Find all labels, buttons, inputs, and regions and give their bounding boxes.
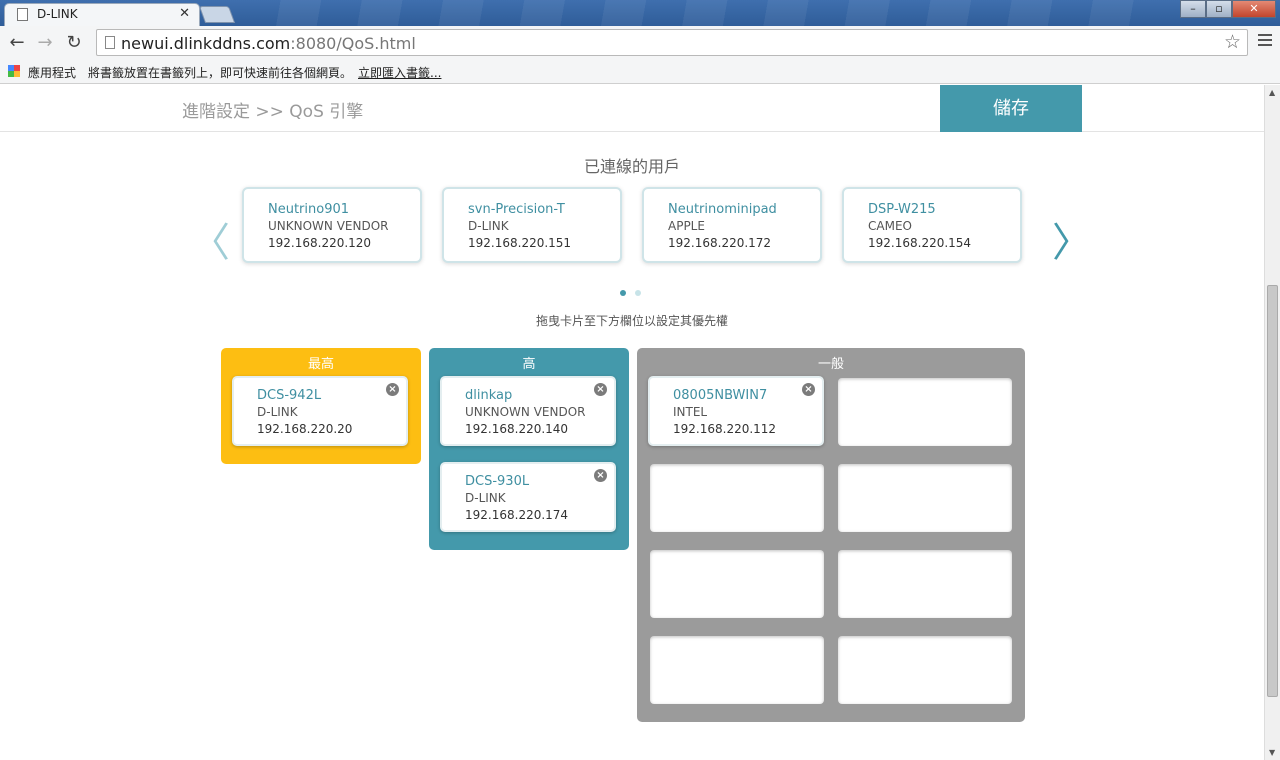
device-name: DCS-942L	[257, 388, 322, 403]
import-bookmarks-link[interactable]: 立即匯入書籤...	[358, 64, 441, 81]
client-card[interactable]: Neutrinominipad APPLE 192.168.220.172	[642, 187, 822, 263]
device-vendor: D-LINK	[465, 491, 506, 505]
device-vendor: APPLE	[668, 219, 705, 233]
carousel-prev-icon[interactable]: 〈	[190, 210, 230, 268]
empty-slot[interactable]	[650, 636, 824, 704]
carousel-dot[interactable]	[635, 290, 641, 296]
device-ip: 192.168.220.20	[257, 422, 353, 436]
empty-slot[interactable]	[838, 550, 1012, 618]
device-vendor: INTEL	[673, 405, 708, 419]
device-name: DCS-930L	[465, 474, 530, 489]
window-controls: – ▫ ✕	[1180, 0, 1276, 18]
client-card[interactable]: Neutrino901 UNKNOWN VENDOR 192.168.220.1…	[242, 187, 422, 263]
window-titlebar: D-LINK ✕ – ▫ ✕	[0, 0, 1280, 26]
remove-icon[interactable]: ×	[594, 469, 607, 482]
scroll-up-icon[interactable]: ▲	[1269, 88, 1275, 97]
priority-highest-zone[interactable]: 最高 × DCS-942L D-LINK 192.168.220.20	[221, 348, 421, 464]
client-card[interactable]: DSP-W215 CAMEO 192.168.220.154	[842, 187, 1022, 263]
carousel-next-icon[interactable]: 〉	[1052, 210, 1092, 268]
priority-device-card[interactable]: × DCS-942L D-LINK 192.168.220.20	[232, 376, 408, 446]
device-name: DSP-W215	[868, 202, 936, 217]
page-viewport: 進階設定 >> QoS 引擎 儲存 已連線的用戶 〈 〉 Neutrino901…	[0, 85, 1264, 760]
priority-title: 最高	[307, 357, 334, 372]
device-name: 08005NBWIN7	[673, 388, 768, 403]
forward-icon[interactable]: →	[34, 32, 56, 53]
save-button[interactable]: 儲存	[940, 85, 1082, 132]
empty-slot[interactable]	[838, 378, 1012, 446]
device-name: Neutrino901	[268, 202, 350, 217]
priority-device-card[interactable]: × DCS-930L D-LINK 192.168.220.174	[440, 462, 616, 532]
back-icon[interactable]: ←	[6, 32, 28, 53]
vertical-scrollbar[interactable]: ▲ ▼	[1264, 85, 1280, 760]
bookmarks-bar: 應用程式 將書籤放置在書籤列上，即可快速前往各個網頁。 立即匯入書籤...	[0, 60, 1280, 84]
breadcrumb: 進階設定 >> QoS 引擎	[182, 102, 364, 122]
priority-title: 一般	[817, 357, 844, 372]
priority-high-zone[interactable]: 高 × dlinkap UNKNOWN VENDOR 192.168.220.1…	[429, 348, 629, 550]
remove-icon[interactable]: ×	[594, 383, 607, 396]
tab-title: D-LINK	[37, 7, 78, 21]
priority-device-card[interactable]: × dlinkap UNKNOWN VENDOR 192.168.220.140	[440, 376, 616, 446]
apps-icon[interactable]	[8, 65, 20, 77]
new-tab-button[interactable]	[198, 6, 236, 23]
url-text: newui.dlinkddns.com:8080/QoS.html	[121, 34, 416, 53]
priority-title: 高	[522, 357, 536, 372]
device-ip: 192.168.220.154	[868, 236, 972, 250]
titlebar-decoration	[240, 0, 1160, 26]
browser-tab[interactable]: D-LINK ✕	[4, 3, 200, 26]
browser-toolbar: ← → ↻ newui.dlinkddns.com:8080/QoS.html …	[0, 26, 1280, 60]
device-ip: 192.168.220.140	[465, 422, 569, 436]
page-icon	[105, 36, 115, 49]
device-ip: 192.168.220.151	[468, 236, 572, 250]
scrollbar-thumb[interactable]	[1267, 285, 1278, 697]
connected-clients-title: 已連線的用戶	[583, 157, 680, 176]
minimize-icon[interactable]: –	[1180, 0, 1206, 18]
empty-slot[interactable]	[650, 464, 824, 532]
priority-normal-zone[interactable]: 一般 × 08005NBWIN7 INTEL 192.168.220.112	[637, 348, 1025, 722]
url-path: :8080/QoS.html	[290, 34, 416, 53]
url-host: newui.dlinkddns.com	[121, 34, 291, 53]
bookmarks-tip: 將書籤放置在書籤列上，即可快速前往各個網頁。	[88, 66, 353, 80]
page-icon	[17, 8, 28, 21]
device-vendor: D-LINK	[468, 219, 509, 233]
device-ip: 192.168.220.172	[668, 236, 772, 250]
maximize-icon[interactable]: ▫	[1206, 0, 1232, 18]
bookmark-star-icon[interactable]: ☆	[1224, 31, 1241, 53]
device-vendor: CAMEO	[868, 219, 912, 233]
scroll-down-icon[interactable]: ▼	[1269, 748, 1275, 757]
empty-slot[interactable]	[650, 550, 824, 618]
window-close-icon[interactable]: ✕	[1232, 0, 1276, 18]
priority-device-card[interactable]: × 08005NBWIN7 INTEL 192.168.220.112	[648, 376, 824, 446]
device-name: svn-Precision-T	[468, 202, 565, 217]
device-ip: 192.168.220.174	[465, 508, 569, 522]
device-ip: 192.168.220.112	[673, 422, 777, 436]
device-vendor: UNKNOWN VENDOR	[465, 405, 586, 419]
device-name: dlinkap	[465, 388, 513, 403]
empty-slot[interactable]	[838, 464, 1012, 532]
device-name: Neutrinominipad	[668, 202, 777, 217]
remove-icon[interactable]: ×	[802, 383, 815, 396]
device-vendor: UNKNOWN VENDOR	[268, 219, 389, 233]
carousel-dot[interactable]	[620, 290, 626, 296]
device-vendor: D-LINK	[257, 405, 298, 419]
drag-instruction: 拖曳卡片至下方欄位以設定其優先權	[535, 314, 728, 328]
empty-slot[interactable]	[838, 636, 1012, 704]
page-header: 進階設定 >> QoS 引擎 儲存	[0, 85, 1264, 132]
carousel-pagination	[620, 281, 650, 300]
tab-close-icon[interactable]: ✕	[179, 6, 190, 21]
reload-icon[interactable]: ↻	[63, 32, 85, 53]
bookmark-apps[interactable]: 應用程式	[28, 64, 76, 81]
client-card[interactable]: svn-Precision-T D-LINK 192.168.220.151	[442, 187, 622, 263]
address-bar[interactable]: newui.dlinkddns.com:8080/QoS.html ☆	[96, 29, 1248, 56]
remove-icon[interactable]: ×	[386, 383, 399, 396]
device-ip: 192.168.220.120	[268, 236, 372, 250]
menu-icon[interactable]	[1258, 34, 1272, 49]
